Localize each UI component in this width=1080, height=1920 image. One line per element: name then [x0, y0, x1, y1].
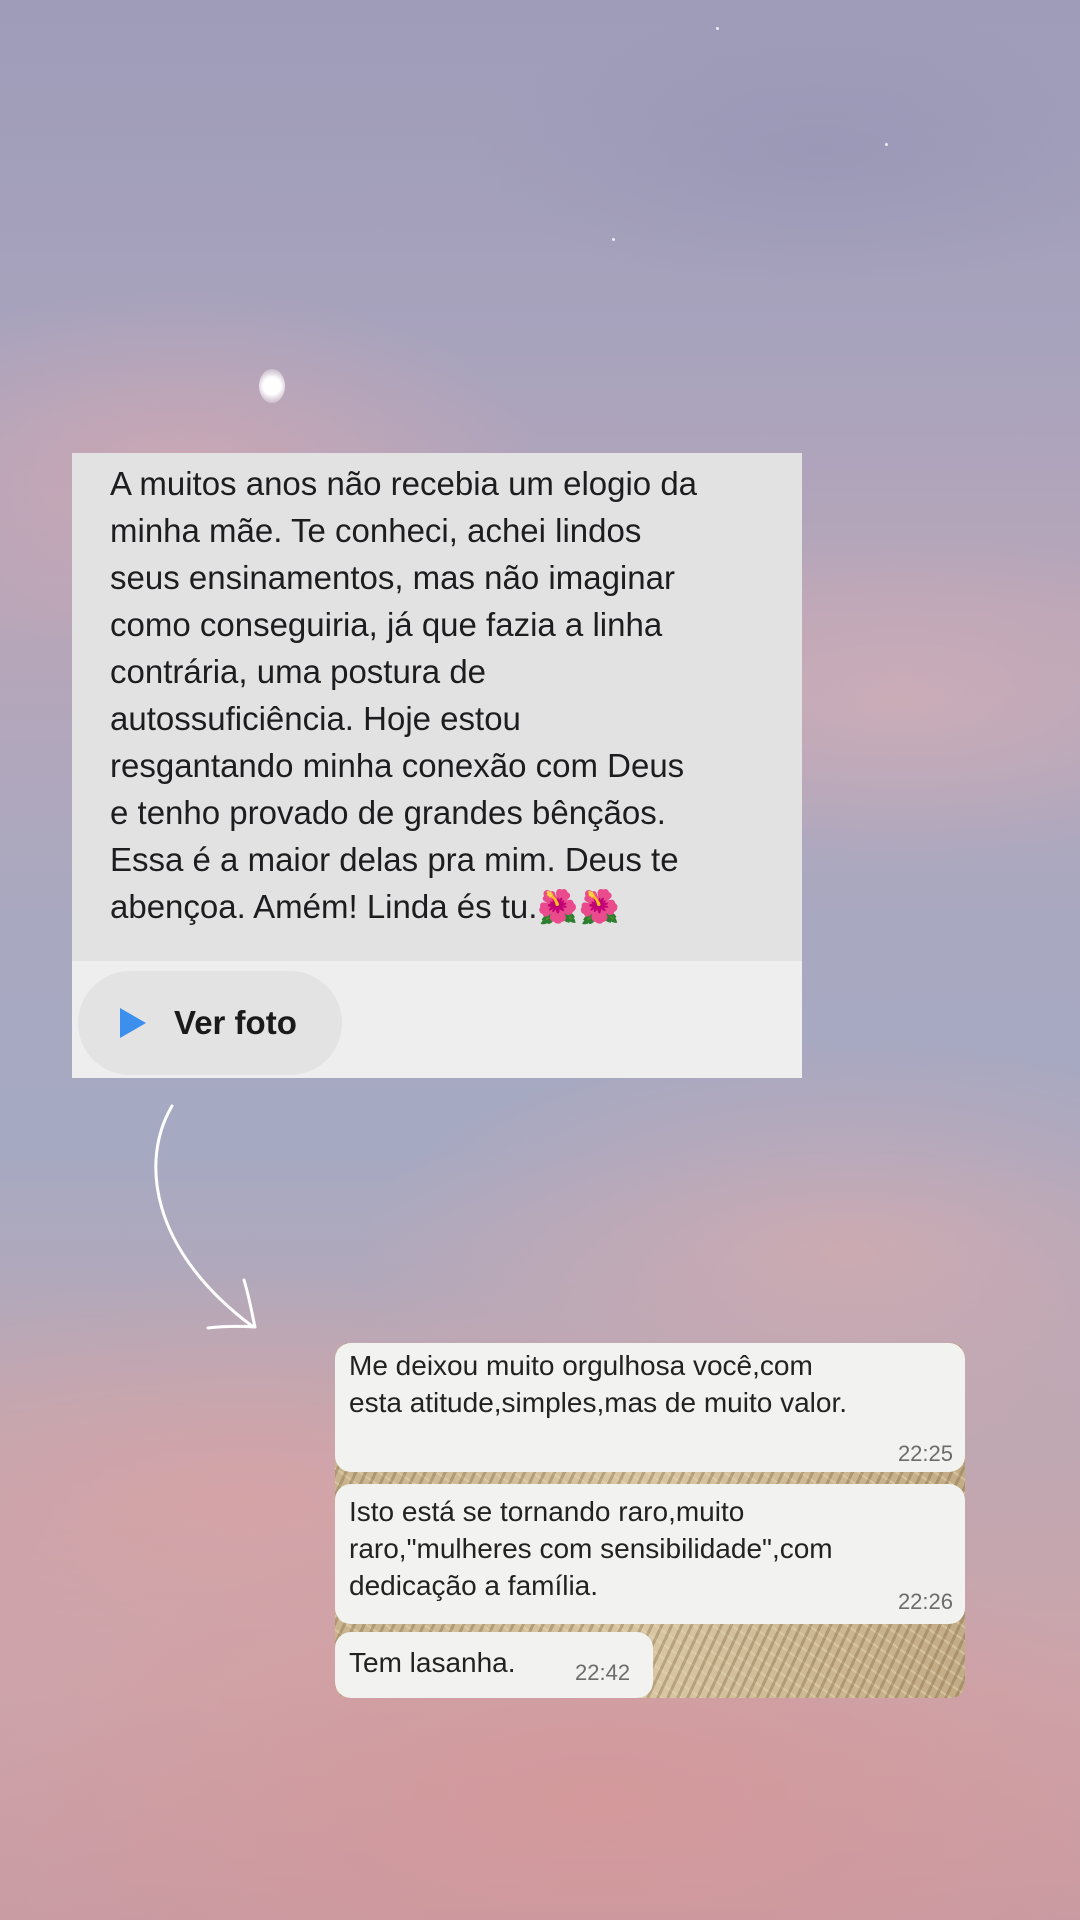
message-line: como conseguiria, já que fazia a linha — [110, 606, 663, 643]
message-line: abençoa. Amém! Linda és tu.🌺🌺 — [110, 888, 620, 925]
chat-line: esta atitude,simples,mas de muito valor. — [349, 1387, 848, 1418]
chat-message-text: Me deixou muito orgulhosa você,com esta … — [349, 1347, 959, 1421]
chat-line: Tem lasanha. — [349, 1647, 516, 1678]
chat-line: dedicação a família. — [349, 1570, 599, 1601]
chat-screenshot: Me deixou muito orgulhosa você,com esta … — [335, 1343, 965, 1698]
chat-bubble[interactable]: Me deixou muito orgulhosa você,com esta … — [335, 1343, 965, 1472]
moon — [259, 369, 285, 403]
message-card: A muitos anos não recebia um elogio da m… — [72, 453, 802, 1078]
message-timestamp: 22:26 — [897, 1589, 953, 1614]
chat-message-text: Isto está se tornando raro,muito raro,"m… — [349, 1493, 959, 1604]
chat-line: Me deixou muito orgulhosa você,com — [349, 1350, 813, 1381]
chat-line: raro,"mulheres com sensibilidade",com — [349, 1533, 833, 1564]
chat-bubble[interactable]: Isto está se tornando raro,muito raro,"m… — [335, 1484, 965, 1624]
chat-bubble[interactable]: Tem lasanha. 22:42 — [335, 1632, 653, 1698]
view-photo-label: Ver foto — [174, 1004, 297, 1041]
chat-line: Isto está se tornando raro,muito — [349, 1496, 745, 1527]
message-line: resgantando minha conexão com Deus — [110, 747, 685, 784]
play-icon — [120, 1008, 146, 1038]
message-body: A muitos anos não recebia um elogio da m… — [72, 453, 802, 961]
message-line: minha mãe. Te conheci, achei lindos — [110, 512, 642, 549]
star — [716, 27, 719, 30]
message-line: A muitos anos não recebia um elogio da — [110, 465, 698, 502]
star — [885, 143, 888, 146]
message-text: A muitos anos não recebia um elogio da m… — [110, 460, 800, 930]
message-line: autossuficiência. Hoje estou — [110, 700, 521, 737]
view-photo-button[interactable]: Ver foto — [78, 971, 342, 1075]
curved-arrow-icon — [154, 1104, 257, 1330]
message-timestamp: 22:25 — [897, 1441, 953, 1466]
message-line: e tenho provado de grandes bênçãos. — [110, 794, 666, 831]
message-line: contrária, uma postura de — [110, 653, 487, 690]
message-timestamp: 22:42 — [575, 1660, 631, 1685]
message-line: seus ensinamentos, mas não imaginar — [110, 559, 675, 596]
message-line: Essa é a maior delas pra mim. Deus te — [110, 841, 679, 878]
star — [612, 238, 615, 241]
chat-message-text: Tem lasanha. — [349, 1644, 569, 1681]
